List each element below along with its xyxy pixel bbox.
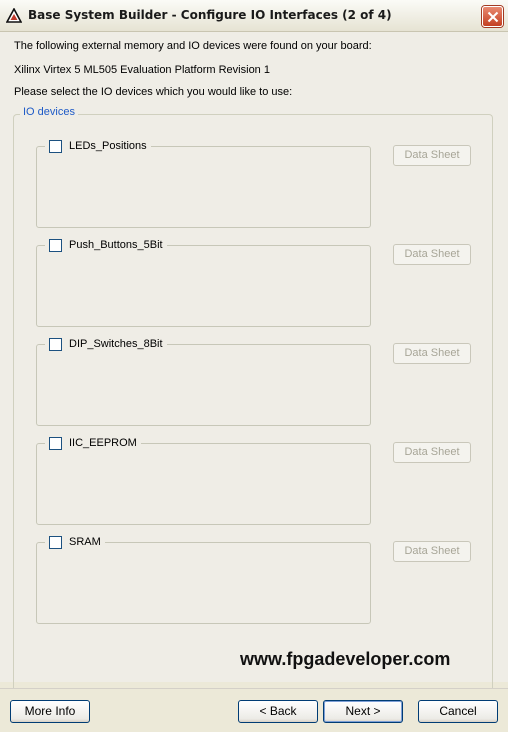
watermark-text: www.fpgadeveloper.com xyxy=(240,649,451,669)
board-name-text: Xilinx Virtex 5 ML505 Evaluation Platfor… xyxy=(14,64,270,76)
device-panel xyxy=(36,146,371,228)
device-label[interactable]: Push_Buttons_5Bit xyxy=(69,239,163,251)
data-sheet-button[interactable]: Data Sheet xyxy=(393,244,471,265)
device-label[interactable]: DIP_Switches_8Bit xyxy=(69,338,163,350)
data-sheet-button[interactable]: Data Sheet xyxy=(393,541,471,562)
device-checkbox-row[interactable]: IIC_EEPROM xyxy=(45,434,141,452)
device-panel xyxy=(36,542,371,624)
device-checkbox-row[interactable]: Push_Buttons_5Bit xyxy=(45,236,167,254)
device-checkbox-row[interactable]: SRAM xyxy=(45,533,105,551)
close-button[interactable] xyxy=(482,6,503,27)
device-checkbox[interactable] xyxy=(49,535,62,549)
dialog-body: The following external memory and IO dev… xyxy=(0,32,508,694)
device-panel xyxy=(36,344,371,426)
device-checkbox[interactable] xyxy=(49,139,62,153)
device-label[interactable]: LEDs_Positions xyxy=(69,140,147,152)
data-sheet-button[interactable]: Data Sheet xyxy=(393,145,471,166)
close-icon xyxy=(487,11,499,23)
footer-bar: More Info < Back Next > Cancel xyxy=(0,688,508,732)
intro-found-text: The following external memory and IO dev… xyxy=(14,40,372,52)
data-sheet-button[interactable]: Data Sheet xyxy=(393,343,471,364)
device-panel xyxy=(36,245,371,327)
back-button[interactable]: < Back xyxy=(238,700,318,723)
device-panel xyxy=(36,443,371,525)
window-title: Base System Builder - Configure IO Inter… xyxy=(28,8,392,22)
device-label[interactable]: IIC_EEPROM xyxy=(69,437,137,449)
select-instruction-text: Please select the IO devices which you w… xyxy=(14,86,293,98)
xilinx-logo-icon xyxy=(5,7,23,24)
device-checkbox-row[interactable]: LEDs_Positions xyxy=(45,137,151,155)
device-checkbox[interactable] xyxy=(49,436,62,450)
more-info-button[interactable]: More Info xyxy=(10,700,90,723)
device-checkbox-row[interactable]: DIP_Switches_8Bit xyxy=(45,335,167,353)
title-bar: Base System Builder - Configure IO Inter… xyxy=(0,0,508,32)
cancel-button[interactable]: Cancel xyxy=(418,700,498,723)
io-devices-group-title: IO devices xyxy=(20,106,78,118)
next-button[interactable]: Next > xyxy=(323,700,403,723)
device-checkbox[interactable] xyxy=(49,337,62,351)
device-label[interactable]: SRAM xyxy=(69,536,101,548)
data-sheet-button[interactable]: Data Sheet xyxy=(393,442,471,463)
device-checkbox[interactable] xyxy=(49,238,62,252)
